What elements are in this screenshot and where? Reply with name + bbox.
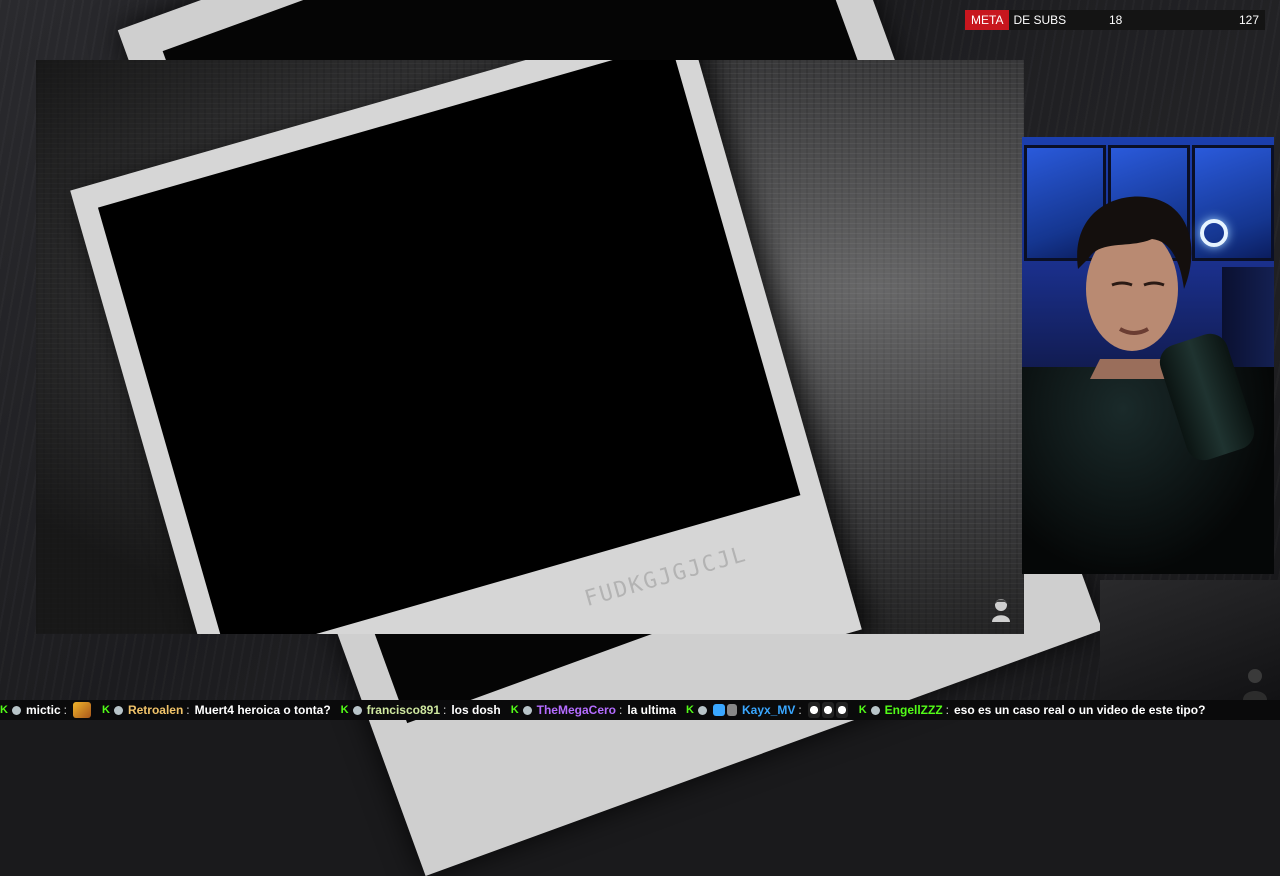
- game-capture: FUDKGJGJCJL: [36, 60, 1024, 634]
- kick-icon: K: [340, 704, 349, 716]
- badge-icon: [870, 705, 880, 715]
- eyes-emote-icon: [821, 702, 834, 718]
- chat-message: K TheMegaCero : la ultima: [511, 703, 676, 717]
- chat-text: los dosh: [451, 703, 501, 717]
- chat-username: Retroalen: [127, 703, 184, 717]
- eyes-emote-icon: [835, 702, 848, 718]
- badge-blue-icon: [712, 704, 725, 716]
- badge-icon: [11, 705, 21, 715]
- kick-icon: K: [101, 704, 110, 716]
- chat-message: K Kayx_MV :: [686, 702, 849, 718]
- chat-username: EngellZZZ: [884, 703, 943, 717]
- chat-username: francisco891: [366, 703, 440, 717]
- polaroid-caption: FUDKGJGJCJL: [581, 541, 750, 612]
- chat-ticker: K mictic : K Retroalen : Muert4 heroica …: [0, 700, 1280, 720]
- kick-icon: K: [510, 704, 519, 716]
- chat-separator: :: [443, 703, 447, 717]
- chat-separator: :: [186, 703, 190, 717]
- chat-separator: :: [945, 703, 949, 717]
- webcam-feed: [1022, 137, 1274, 574]
- chat-message: K Retroalen : Muert4 heroica o tonta?: [102, 703, 331, 717]
- corner-avatar-icon: [1243, 669, 1267, 700]
- chat-username: TheMegaCero: [536, 703, 616, 717]
- pixel-emote-icon: [72, 702, 91, 718]
- subs-goal-target: 127: [1238, 13, 1259, 27]
- chat-separator: :: [798, 703, 802, 717]
- badge-figure-icon: [726, 704, 737, 716]
- kick-icon: K: [0, 704, 8, 716]
- streamer-avatar-icon: [992, 599, 1010, 622]
- subs-goal-label: DE SUBS: [1013, 13, 1067, 27]
- chat-message: K francisco891 : los dosh: [341, 703, 501, 717]
- badge-icon: [697, 705, 707, 715]
- chat-separator: :: [63, 703, 67, 717]
- badge-icon: [352, 705, 362, 715]
- chat-message: K EngellZZZ : eso es un caso real o un v…: [859, 703, 1206, 717]
- chat-username: Kayx_MV: [741, 703, 796, 717]
- kick-icon: K: [686, 704, 694, 716]
- subs-goal-current: 18: [1109, 13, 1123, 27]
- badge-icon: [522, 705, 532, 715]
- eyes-emote-icon: [807, 702, 820, 718]
- badge-icon: [113, 705, 123, 715]
- chat-separator: :: [619, 703, 623, 717]
- chat-text: la ultima: [627, 703, 677, 717]
- ring-light-icon: [1200, 219, 1228, 247]
- chat-text: eso es un caso real o un video de este t…: [954, 703, 1206, 717]
- subs-goal-label-highlight: META: [965, 10, 1010, 30]
- chat-username: mictic: [25, 703, 61, 717]
- chat-text: Muert4 heroica o tonta?: [194, 703, 331, 717]
- subs-goal-widget: META DE SUBS 18 127: [965, 10, 1265, 30]
- chat-message: K mictic :: [0, 702, 92, 718]
- kick-icon: K: [858, 704, 867, 716]
